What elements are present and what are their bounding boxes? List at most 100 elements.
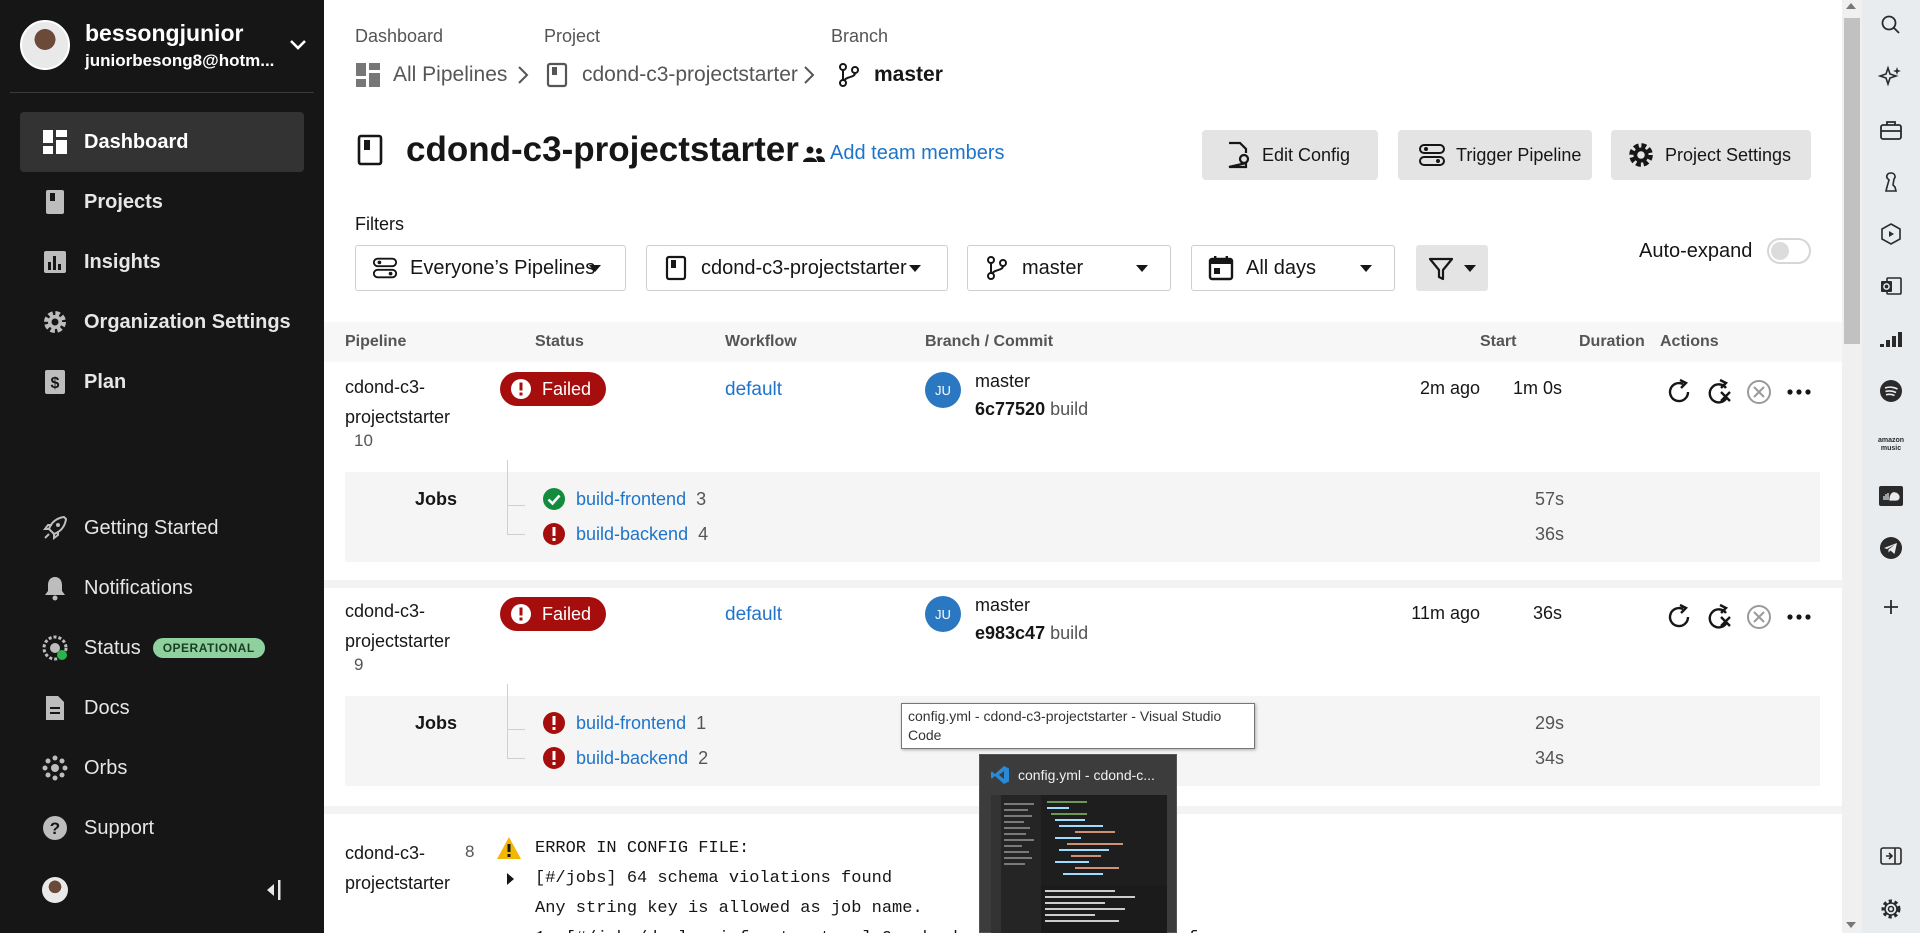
sidebar: bessongjunior juniorbesong8@hotm... Dash… [0,0,324,933]
nav-item-plan[interactable]: $ Plan [20,352,304,412]
breadcrumb-branch[interactable]: master [836,60,943,90]
job-duration: 36s [1534,524,1564,544]
taskbar-window-preview[interactable]: config.yml - cdond-c... [979,754,1177,933]
user-menu[interactable]: bessongjunior juniorbesong8@hotm... [20,20,310,70]
deezer-icon[interactable] [1878,326,1904,352]
nav-label: Projects [84,190,163,213]
amazon-music-icon[interactable]: amazonmusic [1878,430,1904,456]
outlook-icon[interactable] [1878,273,1904,299]
status-badge-failed[interactable]: Failed [500,372,607,406]
cancel-icon[interactable] [1744,602,1774,632]
project-filter-dropdown[interactable]: cdond-c3-projectstarter [646,245,948,291]
job-item[interactable]: build-backend 4 [542,520,708,548]
date-filter-dropdown[interactable]: All days [1191,245,1395,291]
nav-label: Dashboard [84,130,189,153]
scrollbar-thumb[interactable] [1844,18,1860,344]
status-badge-failed[interactable]: Failed [500,597,607,631]
commit-info[interactable]: 6c77520 build [975,399,1088,420]
avatar[interactable] [42,877,68,903]
trigger-pipeline-button[interactable]: Trigger Pipeline [1398,130,1592,180]
nav-item-status[interactable]: Status OPERATIONAL [20,618,304,678]
search-icon[interactable] [1878,12,1904,38]
sparkle-icon[interactable] [1878,64,1904,90]
nav-item-dashboard[interactable]: Dashboard [20,112,304,172]
job-item[interactable]: build-backend 2 [542,744,708,772]
pipeline-name[interactable]: cdond-c3-projectstarter [345,838,455,898]
table-header: Pipeline Status Workflow Branch / Commit… [324,322,1842,362]
help-icon: ? [42,815,68,841]
more-options-icon[interactable] [1784,377,1814,407]
plus-icon[interactable] [1878,594,1904,620]
pipelines-filter-dropdown[interactable]: Everyone’s Pipelines [355,245,626,291]
nav-item-insights[interactable]: Insights [20,232,304,292]
project-settings-button[interactable]: Project Settings [1611,130,1811,180]
job-name[interactable]: build-frontend [576,713,686,734]
gear-icon[interactable] [1878,896,1904,922]
branch-filter-dropdown[interactable]: master [967,245,1171,291]
job-name[interactable]: build-backend [576,524,688,545]
briefcase-icon[interactable] [1878,117,1904,143]
job-name[interactable]: build-backend [576,748,688,769]
nav-item-support[interactable]: ? Support [20,798,304,858]
job-item[interactable]: build-frontend 3 [542,485,706,513]
soundcloud-icon[interactable] [1878,483,1904,509]
commit-message: build [1050,399,1089,419]
collapse-sidebar-icon[interactable] [262,878,282,902]
nav-item-notifications[interactable]: Notifications [20,558,304,618]
pipeline-name[interactable]: cdond-c3-projectstarter [345,596,455,656]
breadcrumb-all-pipelines[interactable]: All Pipelines [355,60,507,90]
job-name[interactable]: build-frontend [576,489,686,510]
svg-text:$: $ [51,375,60,392]
rocket-icon [42,515,68,541]
success-icon [543,488,565,510]
nav-item-getting-started[interactable]: Getting Started [20,498,304,558]
sidebar-toggle-icon[interactable] [1878,843,1904,869]
commit-info[interactable]: e983c47 build [975,623,1088,644]
status-label: Failed [542,378,592,399]
breadcrumb-label: Project [544,26,601,46]
button-label: Project Settings [1665,144,1792,165]
jobs-label: Jobs [415,713,458,733]
job-number: 3 [696,488,707,509]
add-team-members-link[interactable]: Add team members [802,142,1005,165]
expand-caret-icon[interactable] [507,873,514,885]
rerun-failed-icon[interactable] [1704,602,1734,632]
filter-value: cdond-c3-projectstarter [701,256,907,279]
nav-label: Orbs [84,756,128,779]
tree-line [507,505,525,506]
rerun-failed-icon[interactable] [1704,377,1734,407]
failed-icon [543,747,565,769]
nav-item-docs[interactable]: Docs [20,678,304,738]
dashboard-icon [42,129,68,155]
spotify-icon[interactable] [1878,378,1904,404]
more-options-icon[interactable] [1784,602,1814,632]
bell-icon [42,575,68,601]
nav-item-projects[interactable]: Projects [20,172,304,232]
telegram-icon[interactable] [1878,535,1904,561]
chevron-down-icon[interactable] [286,32,310,56]
edit-config-button[interactable]: Edit Config [1202,130,1378,180]
nav-item-orbs[interactable]: Orbs [20,738,304,798]
cancel-icon[interactable] [1744,377,1774,407]
rerun-icon[interactable] [1664,602,1694,632]
job-item[interactable]: build-frontend 1 [542,709,706,737]
rerun-icon[interactable] [1664,377,1694,407]
breadcrumb-project[interactable]: cdond-c3-projectstarter [544,60,798,90]
pipeline-icon [1419,144,1445,166]
auto-expand-toggle[interactable] [1767,238,1811,264]
project-title: cdond-c3-projectstarter [406,130,799,169]
chess-icon[interactable] [1878,169,1904,195]
pipeline-number: 9 [354,655,364,674]
more-filters-button[interactable] [1416,245,1488,291]
tooltip: config.yml - cdond-c3-projectstarter - V… [901,703,1255,749]
nav-label: Insights [84,250,161,273]
workflow-link[interactable]: default [725,604,782,626]
scroll-up-arrow-icon[interactable] [1846,3,1856,9]
games-icon[interactable] [1878,221,1904,247]
pipeline-name[interactable]: cdond-c3-projectstarter [345,372,455,432]
scroll-down-arrow-icon[interactable] [1846,922,1856,928]
tree-line [507,758,525,759]
workflow-link[interactable]: default [725,379,782,401]
nav-label: Docs [84,696,130,719]
nav-item-organization-settings[interactable]: Organization Settings [20,292,304,352]
